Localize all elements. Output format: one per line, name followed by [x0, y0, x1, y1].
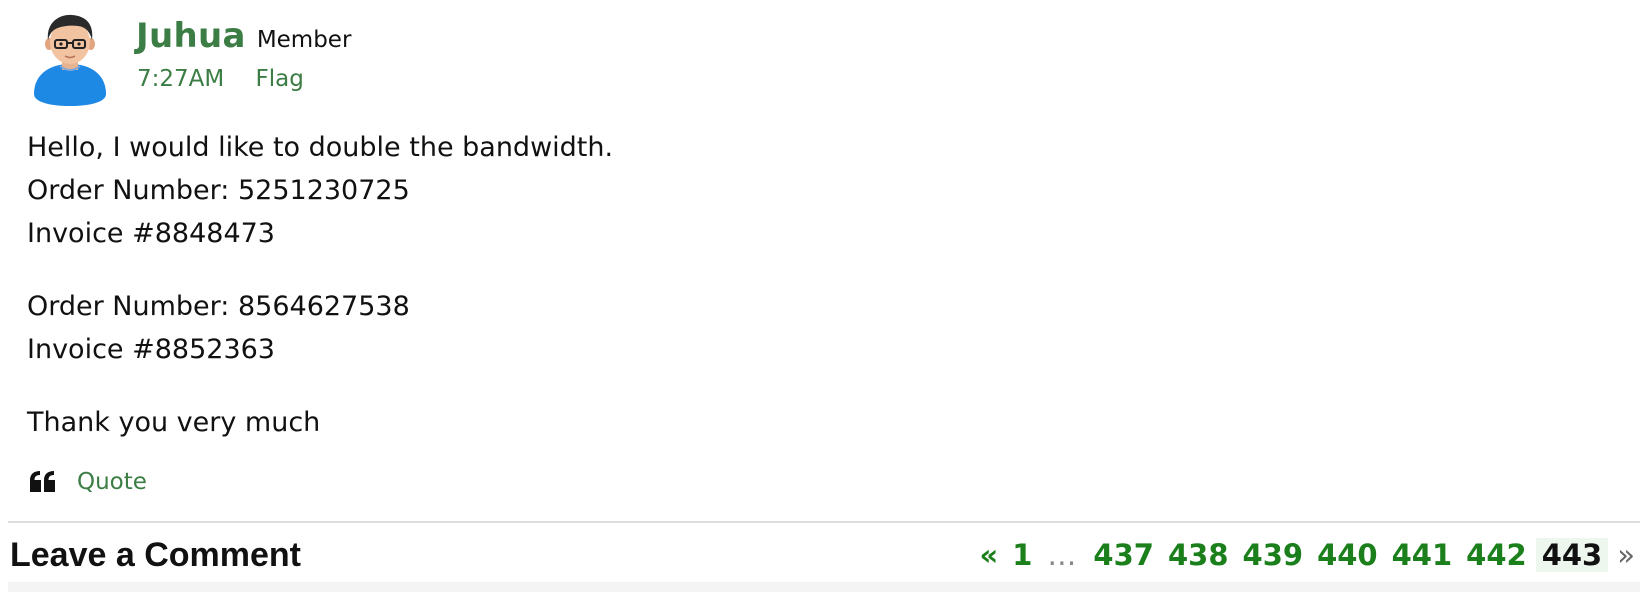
- flag-link[interactable]: Flag: [256, 66, 304, 92]
- post-paragraph: Thank you very much: [27, 401, 613, 444]
- pagination-page-1[interactable]: 1: [1007, 538, 1037, 572]
- post-meta: 7:27AM Flag: [137, 66, 304, 92]
- post-paragraph: Hello, I would like to double the bandwi…: [27, 126, 613, 255]
- quote-icon[interactable]: [29, 470, 57, 494]
- post-line: Invoice #8852363: [27, 334, 275, 365]
- pagination-page-442[interactable]: 442: [1461, 538, 1532, 572]
- comment-form-edge: [8, 582, 1640, 592]
- post-line: Invoice #8848473: [27, 218, 275, 249]
- pagination-page-438[interactable]: 438: [1163, 538, 1234, 572]
- post-line: Hello, I would like to double the bandwi…: [27, 132, 614, 163]
- post-paragraph: Order Number: 8564627538 Invoice #885236…: [27, 285, 613, 371]
- pagination-prev[interactable]: «: [975, 538, 1004, 572]
- pagination-page-437[interactable]: 437: [1088, 538, 1159, 572]
- post-line: Order Number: 5251230725: [27, 175, 410, 206]
- post-timestamp: 7:27AM: [137, 66, 225, 92]
- post-line: Order Number: 8564627538: [27, 291, 410, 322]
- comment-footer: Leave a Comment « 1 … 437 438 439 440 44…: [8, 532, 1640, 578]
- user-avatar-icon[interactable]: [30, 14, 110, 106]
- leave-comment-heading: Leave a Comment: [10, 536, 301, 574]
- post-line: Thank you very much: [27, 407, 321, 438]
- pagination-page-440[interactable]: 440: [1312, 538, 1383, 572]
- author-name-link[interactable]: Juhua: [136, 16, 246, 56]
- post-body: Hello, I would like to double the bandwi…: [27, 126, 613, 444]
- pagination: « 1 … 437 438 439 440 441 442 443 »: [975, 534, 1641, 576]
- divider: [8, 521, 1640, 523]
- pagination-ellipsis: …: [1047, 538, 1077, 572]
- quote-link[interactable]: Quote: [77, 469, 147, 495]
- author-line: Juhua Member: [136, 16, 351, 56]
- quote-action[interactable]: Quote: [29, 466, 147, 498]
- pagination-page-439[interactable]: 439: [1238, 538, 1309, 572]
- author-role: Member: [256, 27, 352, 53]
- pagination-page-441[interactable]: 441: [1387, 538, 1458, 572]
- pagination-next[interactable]: »: [1612, 538, 1640, 572]
- pagination-current-page: 443: [1535, 538, 1609, 572]
